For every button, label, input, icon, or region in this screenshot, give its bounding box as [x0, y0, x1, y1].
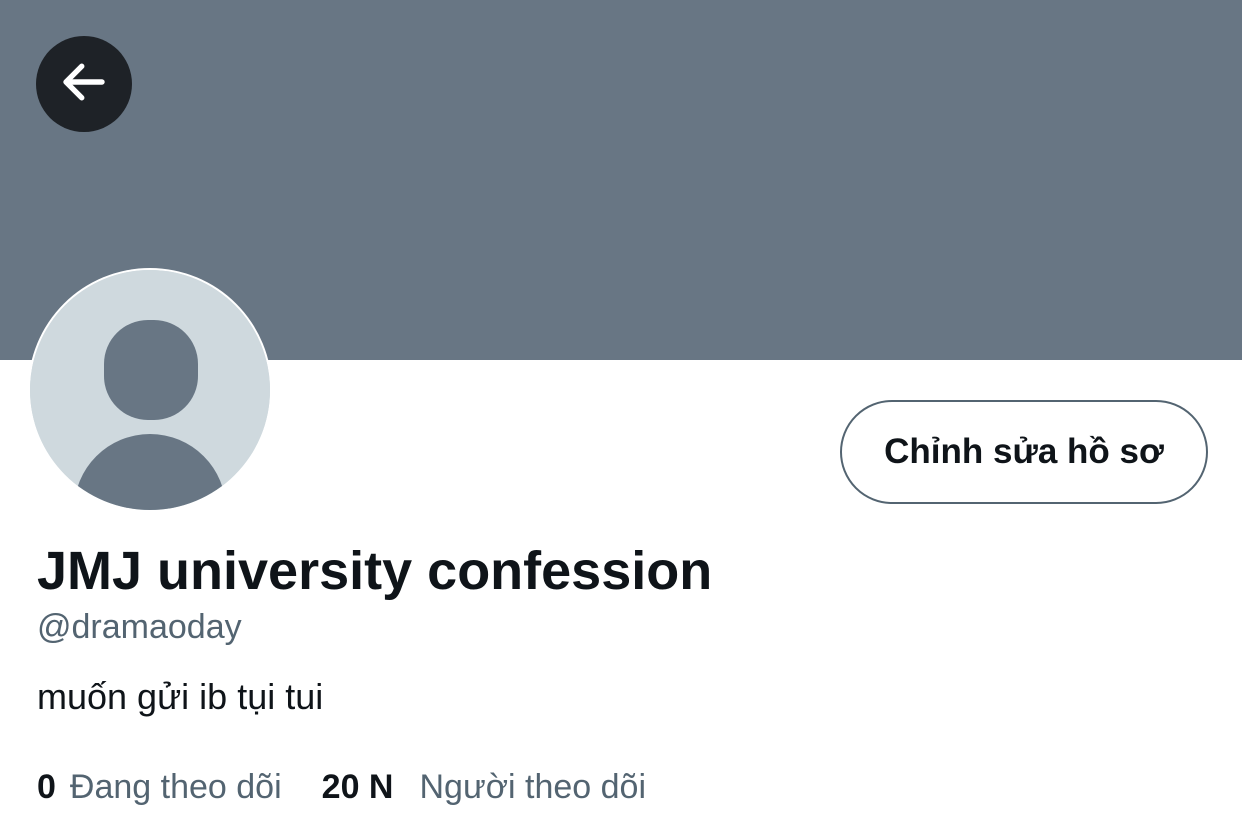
arrow-left-icon [57, 55, 111, 114]
profile-display-name: JMJ university confession [37, 541, 713, 601]
profile-handle: @dramaoday [37, 608, 242, 646]
default-avatar-icon [30, 270, 270, 510]
avatar[interactable] [28, 268, 272, 512]
followers-count: 20 N [321, 768, 394, 806]
profile-stats: 0 Đang theo dõi 20 N Người theo dõi [37, 768, 646, 807]
back-button[interactable] [36, 36, 132, 132]
profile-page: Chỉnh sửa hồ sơ JMJ university confessio… [0, 0, 1242, 828]
edit-profile-button[interactable]: Chỉnh sửa hồ sơ [840, 400, 1208, 504]
followers-link[interactable]: 20 N Người theo dõi [322, 768, 646, 807]
following-count: 0 [37, 768, 56, 806]
followers-label: Người theo dõi [419, 768, 646, 806]
profile-bio: muốn gửi ib tụi tui [37, 676, 324, 717]
following-link[interactable]: 0 Đang theo dõi [37, 768, 282, 807]
following-label: Đang theo dõi [69, 768, 282, 806]
